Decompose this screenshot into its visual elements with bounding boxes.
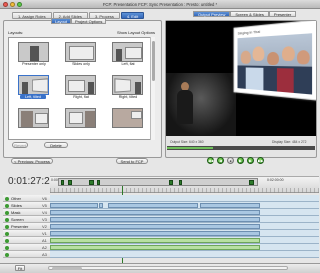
layout-item[interactable]: Slides only <box>61 41 101 69</box>
track-row: Other V6 <box>3 195 319 202</box>
layout-item[interactable]: Presenter only <box>14 41 54 69</box>
layout-item[interactable]: Right, tilted <box>108 74 148 102</box>
preview-tabs: Output Preview Screen & Slides Presenter <box>193 11 297 17</box>
slide-title: Singing in Thai <box>237 28 261 36</box>
step-edit[interactable]: 4. Edit <box>120 12 145 19</box>
tab-presenter[interactable]: Presenter <box>268 11 297 17</box>
track-row: A3 <box>3 251 319 258</box>
layout-item[interactable] <box>61 107 101 135</box>
track-row: V1 <box>3 230 319 237</box>
layouts-scrollbar[interactable] <box>150 37 155 140</box>
track-row: Slides V5 <box>3 202 319 209</box>
zoom-slider[interactable] <box>48 266 288 270</box>
track-row: A1 <box>3 237 319 244</box>
timecode-display: 0:01:27:20 <box>8 176 56 187</box>
layout-item[interactable] <box>108 107 148 135</box>
show-layout-options-button[interactable]: Show Layout Options <box>117 30 155 35</box>
track-row: Screen V3 <box>3 216 319 223</box>
play-icon[interactable]: ▶ <box>237 157 244 164</box>
app-window: FCP: Presentation FCP: Sync Presentation… <box>0 0 320 273</box>
track-row: Mask V4 <box>3 209 319 216</box>
step-back-icon[interactable]: ◀ <box>217 157 224 164</box>
slide-photo <box>237 33 313 95</box>
layout-item[interactable]: Left, flat <box>108 41 148 69</box>
window-title: FCP: Presentation FCP: Sync Presentation… <box>102 2 218 7</box>
tab-project-options[interactable]: Project Options <box>71 18 107 24</box>
track-row: A2 <box>3 244 319 251</box>
tab-output-preview[interactable]: Output Preview <box>193 11 231 17</box>
tab-layout[interactable]: Layout <box>51 18 72 24</box>
layout-item[interactable] <box>14 107 54 135</box>
tab-screen-slides[interactable]: Screen & Slides <box>230 11 269 17</box>
timeline-tracks: Other V6 Slides V5 Mask V4 Screen V3 Present… <box>3 195 319 263</box>
fit-button[interactable]: Fit <box>15 265 25 271</box>
layouts-label: Layouts: <box>8 30 24 35</box>
layouts-grid: Presenter only Slides only Left, flat Le… <box>8 37 155 140</box>
title-bar: FCP: Presentation FCP: Sync Presentation… <box>0 0 320 9</box>
presenter-figure <box>176 82 194 124</box>
layout-subtabs: Layout Project Options <box>51 18 107 24</box>
step-forward-icon[interactable]: ▶ <box>247 157 254 164</box>
step-assign-roles[interactable]: 1. Assign Roles <box>12 12 52 19</box>
output-preview: Singing in Thai <box>166 21 316 136</box>
jog-icon[interactable]: ● <box>227 157 234 164</box>
track-row: Presenter V2 <box>3 223 319 230</box>
skip-back-icon[interactable]: ◀◀ <box>207 157 214 164</box>
previous-process-button[interactable]: < Previous: Process <box>11 158 53 164</box>
delete-button[interactable]: Delete <box>44 142 68 148</box>
output-size-label: Output Size: 640 x 360 <box>170 140 204 144</box>
layout-item[interactable]: Right, flat <box>61 74 101 102</box>
send-to-fcp-button[interactable]: Send to FCP <box>116 158 148 164</box>
layout-item-selected[interactable]: Left, tilted <box>14 74 54 102</box>
preview-scrubber[interactable] <box>167 146 315 150</box>
slide-markers-strip[interactable] <box>58 178 258 186</box>
slide-frame: Singing in Thai <box>233 21 316 101</box>
display-size-label: Display Size: 484 x 272 <box>272 140 307 144</box>
revert-button[interactable]: Revert <box>12 142 28 148</box>
skip-forward-icon[interactable]: ▶▶ <box>257 157 264 164</box>
